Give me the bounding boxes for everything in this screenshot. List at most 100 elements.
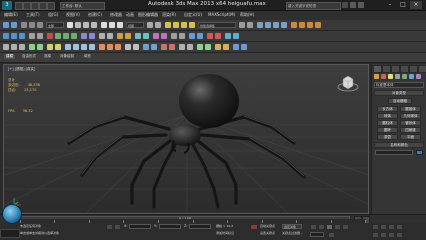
percent-snap-icon[interactable] bbox=[181, 22, 187, 28]
rendered-frame-window-icon[interactable] bbox=[307, 22, 313, 28]
help-icon[interactable] bbox=[358, 2, 364, 8]
skin-icon[interactable] bbox=[197, 44, 203, 50]
object-name-input[interactable] bbox=[375, 150, 413, 155]
scale-icon[interactable] bbox=[117, 22, 123, 28]
subscription-icon[interactable] bbox=[350, 2, 356, 8]
loft-icon[interactable] bbox=[151, 44, 157, 50]
maxscript-mini-listener-icon[interactable] bbox=[2, 204, 22, 224]
ribbon-tab-modeling[interactable]: 建模 bbox=[4, 54, 15, 59]
brush-presets-icon[interactable] bbox=[81, 33, 87, 39]
create-torus-icon[interactable] bbox=[37, 44, 43, 50]
named-selection-sets-dropdown[interactable]: 创建选择集 bbox=[198, 22, 236, 28]
menu-tools[interactable]: 工具(T) bbox=[26, 12, 40, 18]
next-frame-icon[interactable] bbox=[334, 224, 341, 230]
helpers-icon[interactable] bbox=[402, 74, 407, 79]
zoom-extents-all-icon[interactable] bbox=[396, 224, 403, 230]
app-logo-icon[interactable]: 3 bbox=[2, 1, 12, 10]
menu-group[interactable]: 组(G) bbox=[48, 12, 58, 18]
add-time-tag[interactable]: 添加时间标记 bbox=[216, 231, 234, 235]
current-frame-field[interactable] bbox=[310, 232, 324, 237]
menu-create[interactable]: 创建(C) bbox=[88, 12, 102, 18]
create-camera-icon[interactable] bbox=[55, 44, 61, 50]
field-of-view-icon[interactable] bbox=[372, 232, 379, 238]
close-button[interactable]: × bbox=[410, 1, 422, 9]
cylinder-button[interactable]: 圆柱体 bbox=[377, 120, 398, 126]
boolean-icon[interactable] bbox=[143, 44, 149, 50]
extras-array-icon[interactable] bbox=[29, 33, 35, 39]
edit-mesh-icon[interactable] bbox=[133, 44, 139, 50]
environment-icon[interactable] bbox=[161, 33, 167, 39]
select-object-icon[interactable] bbox=[67, 22, 73, 28]
space-warps-icon[interactable] bbox=[409, 74, 414, 79]
bones-icon[interactable] bbox=[205, 44, 211, 50]
redo-icon[interactable] bbox=[47, 2, 55, 10]
primitive-type-dropdown[interactable]: 标准基本体 bbox=[374, 82, 424, 88]
rotate-icon[interactable] bbox=[109, 22, 115, 28]
auto-grid-checkbox[interactable]: 自动栅格 bbox=[388, 98, 412, 104]
motion-tab-icon[interactable] bbox=[400, 65, 409, 73]
schematic-view-icon[interactable] bbox=[281, 22, 287, 28]
plane-button[interactable]: 平面 bbox=[400, 134, 421, 140]
maximize-button[interactable]: □ bbox=[397, 1, 409, 9]
open-file-icon[interactable] bbox=[23, 2, 31, 10]
axis-constraint-x-icon[interactable] bbox=[3, 33, 9, 39]
render-shortcut-icon[interactable] bbox=[47, 33, 53, 39]
search-icon[interactable] bbox=[342, 2, 348, 8]
pan-view-icon[interactable] bbox=[380, 232, 387, 238]
snaps-toggle-icon[interactable] bbox=[165, 22, 171, 28]
search-input[interactable]: 键入关键字或短语 bbox=[286, 2, 341, 10]
modifier-turbosmooth-icon[interactable] bbox=[115, 44, 121, 50]
render-production-icon[interactable] bbox=[315, 22, 321, 28]
modifier-taper-icon[interactable] bbox=[81, 44, 87, 50]
shapes-icon[interactable] bbox=[381, 74, 386, 79]
reactor-icon[interactable] bbox=[135, 33, 141, 39]
ik-solver-icon[interactable] bbox=[223, 44, 229, 50]
hierarchy-tab-icon[interactable] bbox=[391, 65, 400, 73]
selection-set-dropdown[interactable]: 选定对象 bbox=[282, 224, 302, 229]
box-button[interactable]: 长方体 bbox=[377, 106, 398, 112]
torus-button[interactable]: 圆环 bbox=[377, 127, 398, 133]
layer-new-icon[interactable] bbox=[63, 33, 69, 39]
render-setup-icon[interactable] bbox=[299, 22, 305, 28]
modeling-shortcut-icon[interactable] bbox=[171, 33, 177, 39]
create-tab-icon[interactable] bbox=[373, 65, 382, 73]
modify-tab-icon[interactable] bbox=[382, 65, 391, 73]
unlink-icon[interactable] bbox=[29, 22, 35, 28]
sphere-button[interactable]: 球体 bbox=[377, 113, 398, 119]
geometry-icon[interactable] bbox=[374, 74, 379, 79]
goto-start-icon[interactable] bbox=[310, 224, 317, 230]
save-file-icon[interactable] bbox=[31, 2, 39, 10]
render-elements-icon[interactable] bbox=[153, 33, 159, 39]
modifier-bend-icon[interactable] bbox=[65, 44, 71, 50]
systems-icon[interactable] bbox=[416, 74, 421, 79]
pivot-center-icon[interactable] bbox=[147, 22, 153, 28]
menu-animation[interactable]: 动画 bbox=[126, 12, 134, 18]
container-open-icon[interactable] bbox=[107, 33, 113, 39]
cone-button[interactable]: 圆锥体 bbox=[400, 106, 421, 112]
set-key-button[interactable]: 设置关键点 bbox=[260, 231, 275, 235]
select-manipulate-icon[interactable] bbox=[155, 22, 161, 28]
bind-space-warp-icon[interactable] bbox=[37, 22, 43, 28]
ribbon-tab-object-paint[interactable]: 对象绘制 bbox=[60, 54, 74, 59]
minimize-button[interactable]: – bbox=[384, 1, 396, 9]
ribbon-tab-populate[interactable]: 填充 bbox=[84, 54, 91, 59]
brush-manager-icon[interactable] bbox=[89, 33, 95, 39]
object-color-swatch[interactable] bbox=[416, 150, 423, 155]
cloth-icon[interactable] bbox=[241, 44, 247, 50]
window-crossing-icon[interactable] bbox=[91, 22, 97, 28]
anim-layer-add-icon[interactable] bbox=[125, 33, 131, 39]
name-and-color-rollout[interactable]: 名称和颜色 bbox=[374, 142, 424, 148]
menu-edit[interactable]: 编辑(E) bbox=[4, 12, 18, 18]
axis-constraint-z-icon[interactable] bbox=[19, 33, 25, 39]
zoom-icon[interactable] bbox=[372, 224, 379, 230]
viewport-layout-icon[interactable] bbox=[189, 33, 195, 39]
zoom-all-icon[interactable] bbox=[380, 224, 387, 230]
create-light-icon[interactable] bbox=[47, 44, 53, 50]
ribbon-tab-selection[interactable]: 选择 bbox=[44, 54, 51, 59]
menu-modifiers[interactable]: 修改器 bbox=[110, 12, 122, 18]
modifier-shell-icon[interactable] bbox=[99, 44, 105, 50]
angle-snap-icon[interactable] bbox=[173, 22, 179, 28]
display-tab-icon[interactable] bbox=[409, 65, 418, 73]
y-coordinate-field[interactable] bbox=[159, 224, 181, 229]
material-slot-icon[interactable] bbox=[161, 44, 167, 50]
